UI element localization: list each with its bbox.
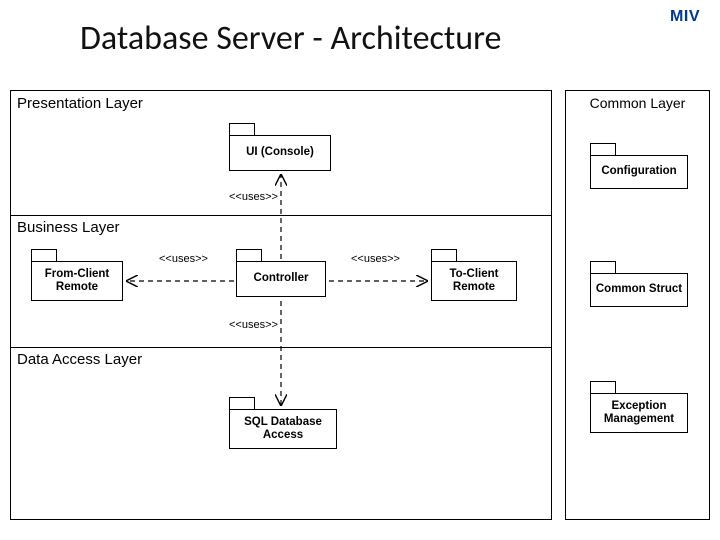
common-layer-label: Common Layer: [566, 95, 709, 111]
package-exception-label: Exception Management: [590, 393, 688, 433]
package-tab-icon: [590, 261, 616, 273]
package-ui-console-label: UI (Console): [229, 135, 331, 171]
uses-label-ui-controller: <<uses>>: [229, 191, 278, 203]
divider-1: [11, 215, 551, 216]
package-to-client-label: To-Client Remote: [431, 261, 517, 301]
package-tab-icon: [31, 249, 57, 261]
common-layer-frame: Common Layer Configuration Common Struct…: [565, 90, 710, 520]
page-title: Database Server - Architecture: [80, 18, 501, 59]
package-controller-label: Controller: [236, 261, 326, 297]
package-sql-label: SQL Database Access: [229, 409, 337, 449]
package-tab-icon: [236, 249, 262, 261]
package-from-client-label: From-Client Remote: [31, 261, 123, 301]
package-configuration-label: Configuration: [590, 155, 688, 189]
brand-label: MIV: [670, 8, 700, 26]
main-layers-frame: Presentation Layer UI (Console) Business…: [10, 90, 552, 520]
business-layer-label: Business Layer: [17, 219, 120, 236]
package-tab-icon: [590, 381, 616, 393]
package-tab-icon: [229, 123, 255, 135]
uses-label-controller-fromclient: <<uses>>: [159, 253, 208, 265]
data-access-layer-label: Data Access Layer: [17, 351, 142, 368]
diagram-stage: MIV Database Server - Architecture Prese…: [0, 0, 720, 540]
package-tab-icon: [590, 143, 616, 155]
divider-2: [11, 347, 551, 348]
package-common-struct-label: Common Struct: [590, 273, 688, 307]
uses-label-controller-sql: <<uses>>: [229, 319, 278, 331]
package-tab-icon: [229, 397, 255, 409]
presentation-layer-label: Presentation Layer: [17, 95, 143, 112]
uses-label-controller-toclient: <<uses>>: [351, 253, 400, 265]
package-tab-icon: [431, 249, 457, 261]
